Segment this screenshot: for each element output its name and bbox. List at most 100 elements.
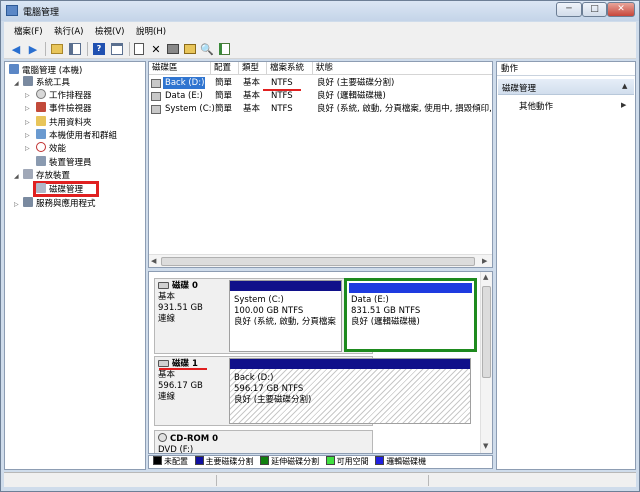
settings-icon[interactable] [166,42,180,56]
submenu-arrow-icon[interactable]: ▶ [621,101,626,109]
up-folder-icon[interactable] [50,42,64,56]
collapse-arrow-icon[interactable]: ◢ [14,80,19,87]
expand-arrow-icon[interactable]: ▷ [14,201,19,208]
export-icon[interactable] [132,42,146,56]
hard-disk-icon [158,360,169,367]
search-icon[interactable]: 🔍 [200,42,214,56]
partition-data-e[interactable]: Data (E:) 831.51 GB NTFS 良好 (邏輯磁碟機) [344,278,477,352]
show-hide-tree-icon[interactable] [68,42,82,56]
minimize-button[interactable]: ─ [556,2,582,17]
volume-status: 良好 (主要磁碟分割) [317,78,395,88]
volume-icon [151,92,161,101]
column-header-volume[interactable]: 磁碟區 [149,62,211,74]
back-arrow-icon[interactable]: ◀ [9,42,23,56]
scroll-up-icon[interactable]: ▲ [483,273,488,281]
hard-disk-icon [158,282,169,289]
disk-graphical-view: 磁碟 0 基本 931.51 GB 連線 System (C:) 100.00 … [148,271,493,454]
menu-file[interactable]: 檔案(F) [14,25,43,37]
disk-type: 基本 [158,292,176,302]
partition-size: 831.51 GB NTFS [351,306,421,316]
tree-item-local-users[interactable]: 本機使用者和群組 [36,129,117,142]
scroll-right-icon[interactable]: ▶ [482,257,487,265]
users-icon [36,129,46,139]
clock-icon [36,89,46,99]
checklist-icon[interactable] [217,42,231,56]
storage-icon [23,169,33,179]
partition-type-bar [230,281,341,291]
scroll-thumb[interactable] [161,257,475,266]
actions-section-disk-management[interactable]: 磁碟管理 ▲ [498,79,634,95]
properties-icon[interactable] [110,42,124,56]
volume-row[interactable]: Back (D:) 簡單 基本 NTFS 良好 (主要磁碟分割) [149,77,492,89]
collapse-arrow-icon[interactable]: ◢ [14,173,19,180]
column-header-layout[interactable]: 配置 [211,62,239,74]
volume-icon [151,79,161,88]
partition-size: 100.00 GB NTFS [234,306,304,316]
volume-type: 基本 [243,104,261,114]
horizontal-scrollbar[interactable]: ◀ ▶ [149,254,492,267]
partition-status: 良好 (邏輯磁碟機) [351,317,420,327]
disk-info[interactable]: CD-ROM 0 DVD (F:) [158,433,219,453]
actions-pane: 動作 磁碟管理 ▲ 其他動作 ▶ [496,61,636,470]
tree-item-performance[interactable]: 效能 [36,142,66,155]
tree-item-task-scheduler[interactable]: 工作排程器 [36,89,92,102]
disk-label: CD-ROM 0 [170,434,219,444]
tree-item-device-manager[interactable]: 裝置管理員 [36,156,92,169]
collapse-caret-icon[interactable]: ▲ [622,82,627,90]
disk-info[interactable]: 磁碟 1 基本 596.17 GB 連線 [158,359,203,403]
volume-row[interactable]: Data (E:) 簡單 基本 NTFS 良好 (邏輯磁碟機) [149,90,492,102]
volume-row[interactable]: System (C:) 簡單 基本 NTFS 良好 (系統, 啟動, 分頁檔案,… [149,103,492,115]
expand-arrow-icon[interactable]: ▷ [25,119,30,126]
expand-arrow-icon[interactable]: ▷ [25,92,30,99]
tree-item-services[interactable]: 服務與應用程式 [23,197,96,210]
volume-type: 基本 [243,91,261,101]
maximize-button[interactable]: □ [582,2,607,17]
scroll-down-icon[interactable]: ▼ [483,442,488,450]
column-header-filesystem[interactable]: 檔案系統 [267,62,313,74]
tree-item-event-viewer[interactable]: 事件檢視器 [36,102,92,115]
menu-view[interactable]: 檢視(V) [95,25,124,37]
volume-layout: 簡單 [215,91,233,101]
computer-management-icon [6,5,18,16]
volume-status: 良好 (邏輯磁碟機) [317,91,386,101]
disk-info[interactable]: 磁碟 0 基本 931.51 GB 連線 [158,281,203,325]
annotation-underline [159,368,207,370]
volume-layout: 簡單 [215,104,233,114]
partition-name: System (C:) [234,295,284,305]
computer-management-window: 電腦管理 ─ □ ✕ 檔案(F) 執行(A) 檢視(V) 說明(H) ◀ ▶ ?… [0,0,640,492]
volume-type: 基本 [243,78,261,88]
scroll-left-icon[interactable]: ◀ [151,257,156,265]
action-more-actions[interactable]: 其他動作 [519,100,553,112]
forward-arrow-icon[interactable]: ▶ [26,42,40,56]
column-header-status[interactable]: 狀態 [313,62,492,74]
scroll-thumb[interactable] [482,286,491,378]
help-icon[interactable]: ? [92,42,106,56]
expand-arrow-icon[interactable]: ▷ [25,105,30,112]
menu-help[interactable]: 說明(H) [136,25,166,37]
disk-state: 連線 [158,314,176,324]
vertical-scrollbar[interactable]: ▲ ▼ [480,272,492,453]
disk-row: CD-ROM 0 DVD (F:) [154,430,373,453]
disk-state: 連線 [158,392,176,402]
disk-size: 596.17 GB [158,381,203,391]
column-header-type[interactable]: 類型 [239,62,267,74]
volume-layout: 簡單 [215,78,233,88]
volume-name: Data (E:) [165,91,203,101]
legend-swatch [375,456,385,465]
partition-legend: 未配置 主要磁碟分割 延伸磁碟分割 可用空間 邏輯磁碟機 [148,455,493,469]
open-icon[interactable] [183,42,197,56]
expand-arrow-icon[interactable]: ▷ [25,145,30,152]
close-button[interactable]: ✕ [607,2,635,17]
volume-name: Back (D:) [163,77,205,89]
partition-system-c[interactable]: System (C:) 100.00 GB NTFS 良好 (系統, 啟動, 分… [229,280,342,352]
tree-item-system-tools[interactable]: 系統工具 [23,76,70,89]
delete-icon[interactable]: ✕ [149,42,163,56]
partition-back-d[interactable]: Back (D:) 596.17 GB NTFS 良好 (主要磁碟分割) [229,358,471,424]
event-viewer-icon [36,102,46,112]
volume-filesystem: NTFS [271,78,293,88]
tools-icon [23,76,33,86]
menu-action[interactable]: 執行(A) [54,25,83,37]
tree-item-shared-folders[interactable]: 共用資料夾 [36,116,92,129]
tree-item-disk-management[interactable]: 磁碟管理 [36,183,83,196]
expand-arrow-icon[interactable]: ▷ [25,132,30,139]
